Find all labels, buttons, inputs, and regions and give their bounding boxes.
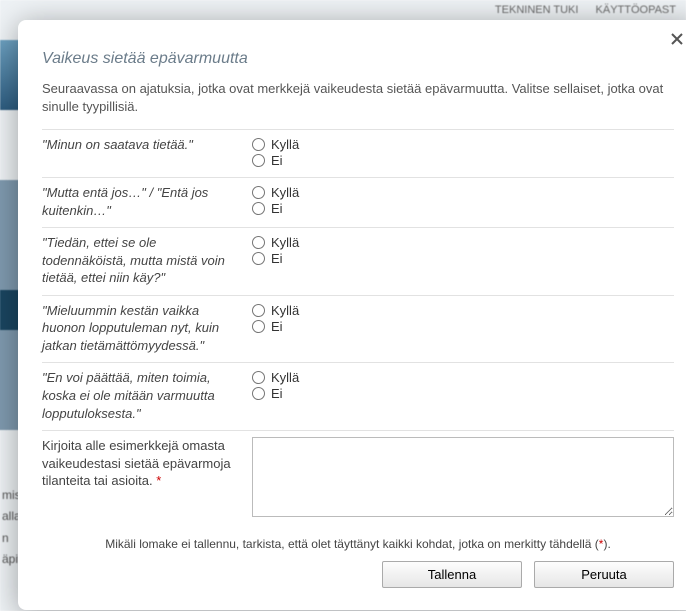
radio-no[interactable]: [252, 202, 265, 215]
option-yes[interactable]: Kyllä: [252, 137, 674, 152]
option-no[interactable]: Ei: [252, 386, 674, 401]
option-yes[interactable]: Kyllä: [252, 370, 674, 385]
option-no[interactable]: Ei: [252, 201, 674, 216]
nav-link-1[interactable]: TEKNINEN TUKI: [495, 4, 579, 16]
question-row: "Mieluummin kestän vaikka huonon lopputu…: [42, 295, 674, 363]
modal-intro: Seuraavassa on ajatuksia, jotka ovat mer…: [42, 80, 674, 115]
nav-link-2[interactable]: KÄYTTÖOPAST: [596, 4, 676, 16]
question-row: "Tiedän, ettei se ole todennäköistä, mut…: [42, 227, 674, 295]
radio-yes[interactable]: [252, 186, 265, 199]
required-star: *: [156, 473, 161, 488]
radio-yes[interactable]: [252, 236, 265, 249]
question-text: "Tiedän, ettei se ole todennäköistä, mut…: [42, 234, 252, 287]
radio-no[interactable]: [252, 154, 265, 167]
option-no[interactable]: Ei: [252, 153, 674, 168]
radio-yes[interactable]: [252, 371, 265, 384]
close-icon: [670, 32, 684, 46]
form-footnote: Mikäli lomake ei tallennu, tarkista, ett…: [42, 537, 674, 551]
question-row: "En voi päättää, miten toimia, koska ei …: [42, 362, 674, 430]
question-text: Kirjoita alle esimerkkejä omasta vaikeud…: [42, 437, 252, 517]
question-row: "Mutta entä jos…" / "Entä jos kuitenkin……: [42, 177, 674, 227]
question-text: "Mutta entä jos…" / "Entä jos kuitenkin……: [42, 184, 252, 219]
question-row: Kirjoita alle esimerkkejä omasta vaikeud…: [42, 430, 674, 525]
radio-yes[interactable]: [252, 138, 265, 151]
option-yes[interactable]: Kyllä: [252, 303, 674, 318]
question-text: "Mieluummin kestän vaikka huonon lopputu…: [42, 302, 252, 355]
radio-no[interactable]: [252, 387, 265, 400]
save-button[interactable]: Tallenna: [382, 561, 522, 588]
form-modal: Vaikeus sietää epävarmuutta Seuraavassa …: [18, 20, 686, 610]
option-no[interactable]: Ei: [252, 319, 674, 334]
option-no[interactable]: Ei: [252, 251, 674, 266]
option-yes[interactable]: Kyllä: [252, 235, 674, 250]
radio-no[interactable]: [252, 252, 265, 265]
question-text: "Minun on saatava tietää.": [42, 136, 252, 169]
question-text: "En voi päättää, miten toimia, koska ei …: [42, 369, 252, 422]
cancel-button[interactable]: Peruuta: [534, 561, 674, 588]
question-row: "Minun on saatava tietää." Kyllä Ei: [42, 129, 674, 177]
radio-yes[interactable]: [252, 304, 265, 317]
radio-no[interactable]: [252, 320, 265, 333]
option-yes[interactable]: Kyllä: [252, 185, 674, 200]
examples-textarea[interactable]: [252, 437, 674, 517]
close-button[interactable]: [670, 32, 684, 46]
modal-title: Vaikeus sietää epävarmuutta: [42, 50, 674, 68]
